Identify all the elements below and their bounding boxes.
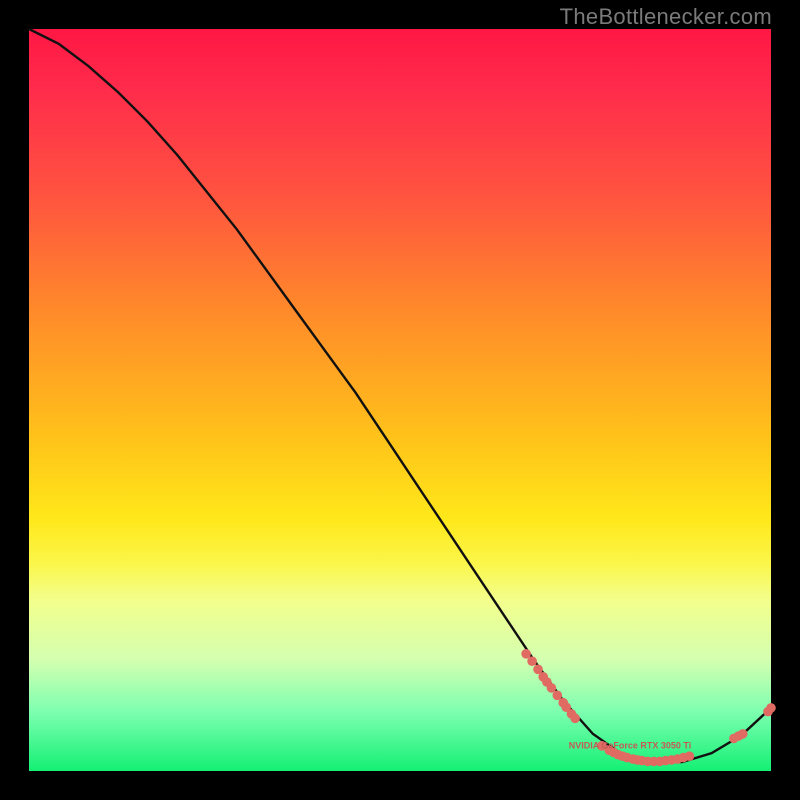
attribution-label: TheBottlenecker.com — [560, 4, 772, 30]
data-dot — [685, 751, 695, 761]
data-dot — [570, 714, 580, 724]
bottleneck-curve — [29, 29, 771, 762]
data-dot — [521, 649, 531, 659]
data-dot — [527, 656, 537, 666]
data-dot — [738, 729, 748, 739]
data-dot — [766, 703, 776, 713]
chart-frame: { "attribution": "TheBottlenecker.com", … — [0, 0, 800, 800]
plot-area: NVIDIA GeForce RTX 3050 Ti — [29, 29, 771, 771]
annotation-gpu-label: NVIDIA GeForce RTX 3050 Ti — [569, 741, 692, 751]
chart-svg: NVIDIA GeForce RTX 3050 Ti — [29, 29, 771, 771]
